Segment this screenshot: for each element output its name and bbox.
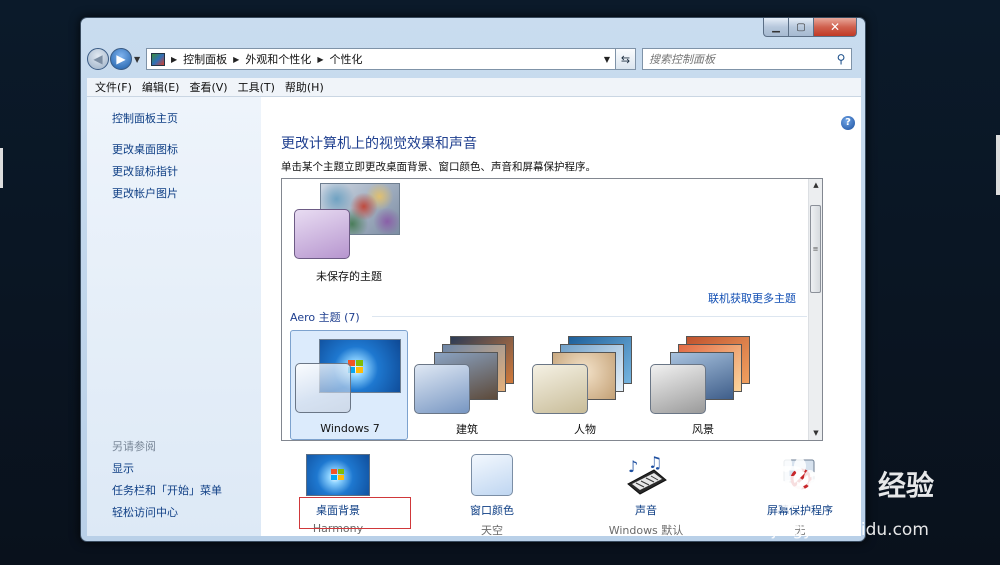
sidebar-link-desktop-icons[interactable]: 更改桌面图标	[112, 141, 178, 157]
breadcrumb-control-panel[interactable]: 控制面板	[183, 51, 227, 67]
window-controls: ▁ ▢ ✕	[763, 18, 857, 38]
chevron-right-icon[interactable]: ▶	[233, 55, 239, 64]
control-panel-icon	[151, 52, 165, 66]
theme-list-scrollbar[interactable]: ▲ ≡ ▼	[808, 179, 822, 440]
menu-view[interactable]: 查看(V)	[184, 79, 232, 95]
refresh-icon: ⇆	[620, 52, 631, 66]
sidebar-link-account-picture[interactable]: 更改帐户图片	[112, 185, 178, 201]
theme-windows7[interactable]: Windows 7	[290, 330, 408, 440]
recent-pages-button[interactable]: ▼	[134, 55, 144, 64]
theme-window-color-swatch	[532, 364, 588, 414]
breadcrumb-appearance[interactable]: 外观和个性化	[245, 51, 311, 67]
window-color-link[interactable]: 窗口颜色	[437, 502, 547, 518]
forward-button[interactable]: ▶	[110, 48, 132, 70]
get-more-themes-online-link[interactable]: 联机获取更多主题	[708, 290, 796, 306]
theme-label: 人物	[574, 423, 596, 436]
sidebar-link-mouse-pointers[interactable]: 更改鼠标指针	[112, 163, 178, 179]
scroll-up-arrow-icon[interactable]: ▲	[809, 179, 822, 192]
baidu-jingyan-watermark: Bai 经验 jingyan.baidu.com	[760, 450, 1000, 565]
close-button[interactable]: ✕	[814, 18, 857, 37]
page-title: 更改计算机上的视觉效果和声音	[281, 136, 477, 152]
svg-text:♪: ♪	[628, 457, 638, 476]
chevron-right-icon[interactable]: ▶	[171, 55, 177, 64]
sounds-setting[interactable]: ♪ ♫ 声音 Windows 默认	[591, 453, 701, 538]
theme-window-color-swatch	[414, 364, 470, 414]
forward-arrow-icon: ▶	[116, 52, 126, 66]
group-divider	[372, 316, 807, 317]
sidebar: 控制面板主页 更改桌面图标 更改鼠标指针 更改帐户图片 另请参阅 显示 任务栏和…	[87, 97, 261, 536]
menu-file[interactable]: 文件(F)	[90, 79, 137, 95]
menu-edit[interactable]: 编辑(E)	[137, 79, 185, 95]
chevron-down-icon: ▼	[603, 54, 611, 64]
chevron-right-icon[interactable]: ▶	[317, 55, 323, 64]
close-icon: ✕	[829, 20, 841, 34]
desktop-edge-fragment	[0, 148, 3, 188]
scroll-down-arrow-icon[interactable]: ▼	[809, 427, 822, 440]
minimize-button[interactable]: ▁	[763, 18, 789, 37]
window-color-setting[interactable]: 窗口颜色 天空	[437, 454, 547, 538]
see-also-link-display[interactable]: 显示	[112, 460, 134, 476]
maximize-button[interactable]: ▢	[789, 18, 814, 37]
theme-list[interactable]: 未保存的主题 联机获取更多主题 Aero 主题 (7) Windows 7 建筑…	[281, 178, 823, 441]
aero-themes-label: Aero 主题 (7)	[290, 311, 360, 324]
address-dropdown-button[interactable]: ▼	[599, 55, 615, 64]
refresh-button[interactable]: ⇆	[616, 48, 636, 70]
scroll-thumb[interactable]: ≡	[810, 205, 821, 293]
breadcrumb-personalization[interactable]: 个性化	[329, 51, 362, 67]
chevron-down-icon: ▼	[134, 54, 141, 64]
sidebar-link-control-panel-home[interactable]: 控制面板主页	[112, 110, 178, 126]
theme-architecture[interactable]: 建筑	[408, 330, 526, 440]
theme-label: 未保存的主题	[316, 270, 382, 283]
desktop-background-thumbnail	[306, 454, 370, 496]
help-icon[interactable]: ?	[841, 116, 855, 130]
watermark-brand-cn: 经验	[878, 469, 935, 502]
theme-window-color-swatch	[294, 209, 350, 259]
maximize-icon: ▢	[796, 21, 806, 33]
sounds-link[interactable]: 声音	[591, 502, 701, 518]
sounds-value: Windows 默认	[608, 524, 684, 537]
page-description: 单击某个主题立即更改桌面背景、窗口颜色、声音和屏幕保护程序。	[281, 161, 596, 173]
see-also-link-taskbar[interactable]: 任务栏和「开始」菜单	[112, 482, 222, 498]
desktop-edge-fragment	[996, 135, 1000, 195]
menu-bar: 文件(F) 编辑(E) 查看(V) 工具(T) 帮助(H)	[87, 78, 861, 97]
annotation-highlight-box	[299, 497, 411, 529]
window-color-value: 天空	[481, 524, 503, 537]
address-bar[interactable]: ▶ 控制面板 ▶ 外观和个性化 ▶ 个性化 ▼	[146, 48, 616, 70]
theme-label: 风景	[692, 423, 714, 436]
theme-label: Windows 7	[320, 422, 380, 435]
aero-themes-heading[interactable]: Aero 主题 (7)	[290, 309, 360, 325]
see-also-link-ease-of-access[interactable]: 轻松访问中心	[112, 504, 178, 520]
window-content: 控制面板主页 更改桌面图标 更改鼠标指针 更改帐户图片 另请参阅 显示 任务栏和…	[87, 97, 861, 538]
theme-window-color-swatch	[650, 364, 706, 414]
personalization-window: ▁ ▢ ✕ ◀ ▶ ▼ ▶ 控制面板 ▶ 外观和个性化 ▶ 个性化 ▼ ⇆ ⚲ …	[80, 17, 866, 542]
back-button[interactable]: ◀	[87, 48, 109, 70]
navigation-bar: ◀ ▶ ▼ ▶ 控制面板 ▶ 外观和个性化 ▶ 个性化 ▼ ⇆ ⚲	[87, 46, 861, 72]
search-input[interactable]	[649, 52, 831, 66]
theme-unsaved[interactable]: 未保存的主题	[290, 181, 408, 291]
search-box[interactable]: ⚲	[642, 48, 852, 70]
menu-help[interactable]: 帮助(H)	[280, 79, 329, 95]
sounds-icon: ♪ ♫	[624, 453, 668, 496]
search-icon[interactable]: ⚲	[831, 52, 851, 66]
minimize-icon: ▁	[772, 21, 780, 33]
theme-landscapes[interactable]: 风景	[644, 330, 762, 440]
windows-logo-icon	[331, 469, 345, 481]
theme-characters[interactable]: 人物	[526, 330, 644, 440]
watermark-brand: Bai	[780, 460, 844, 500]
see-also-heading: 另请参阅	[112, 440, 156, 453]
svg-text:♫: ♫	[648, 454, 662, 472]
theme-window-color-swatch	[295, 363, 351, 413]
menu-tools[interactable]: 工具(T)	[233, 79, 280, 95]
window-color-swatch	[471, 454, 513, 496]
theme-label: 建筑	[456, 423, 478, 436]
watermark-url: jingyan.baidu.com	[772, 520, 929, 540]
back-arrow-icon: ◀	[93, 52, 103, 66]
